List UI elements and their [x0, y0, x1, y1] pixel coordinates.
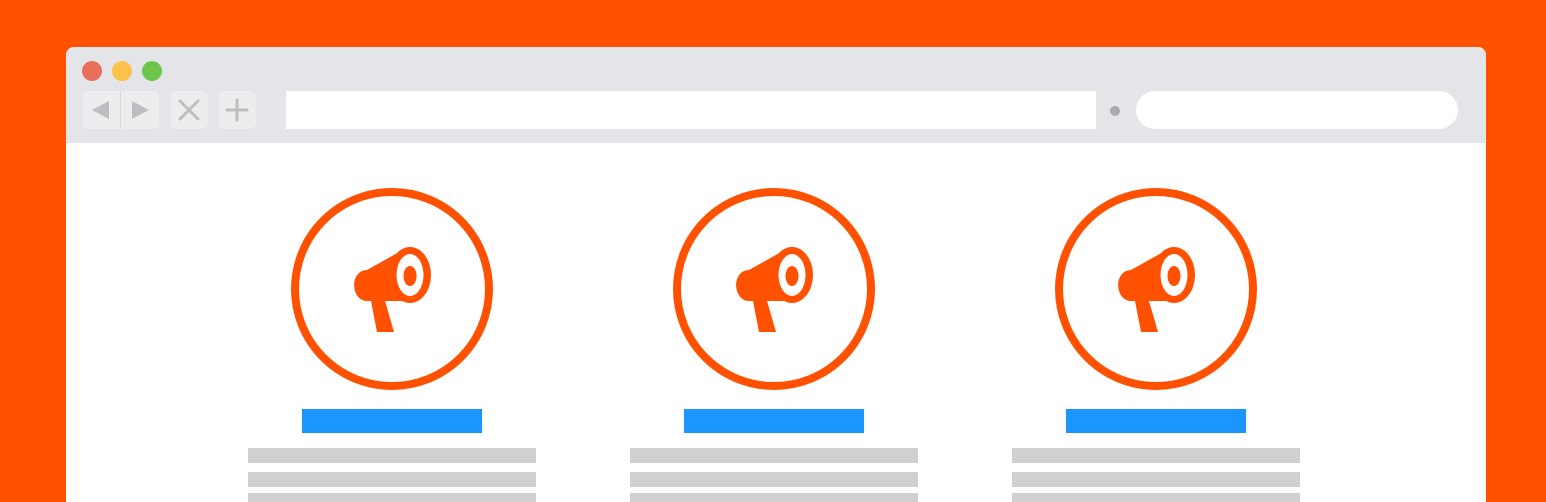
megaphone-badge [1055, 188, 1257, 390]
window-minimize-dot[interactable] [112, 61, 132, 81]
browser-window [66, 47, 1486, 502]
feature-title [1066, 409, 1246, 433]
feature-title [684, 409, 864, 433]
new-tab-button[interactable] [218, 91, 256, 129]
history-nav [82, 91, 159, 129]
close-icon [178, 99, 200, 121]
feature-text-line [630, 472, 918, 487]
feature-text-line [248, 493, 536, 502]
search-input[interactable] [1136, 91, 1458, 129]
back-arrow-icon [92, 101, 109, 119]
promo-banner [0, 0, 1546, 502]
feature-text-line [1012, 472, 1300, 487]
browser-toolbar [66, 47, 1486, 143]
feature-card [630, 187, 918, 502]
feature-text-line [248, 448, 536, 463]
back-button[interactable] [82, 91, 121, 129]
stop-button[interactable] [170, 91, 208, 129]
window-close-dot[interactable] [82, 61, 102, 81]
feature-text-line [630, 493, 918, 502]
feature-text-line [1012, 448, 1300, 463]
feature-card [248, 187, 536, 502]
feature-text-line [1012, 493, 1300, 502]
feature-card [1012, 187, 1300, 502]
megaphone-badge [673, 188, 875, 390]
address-bar[interactable] [286, 91, 1096, 129]
plus-icon [225, 98, 249, 122]
megaphone-badge [291, 188, 493, 390]
forward-arrow-icon [132, 101, 149, 119]
toolbar-separator-dot [1110, 106, 1120, 116]
feature-text-line [248, 472, 536, 487]
feature-title [302, 409, 482, 433]
forward-button[interactable] [121, 91, 159, 129]
feature-text-line [630, 448, 918, 463]
window-zoom-dot[interactable] [142, 61, 162, 81]
